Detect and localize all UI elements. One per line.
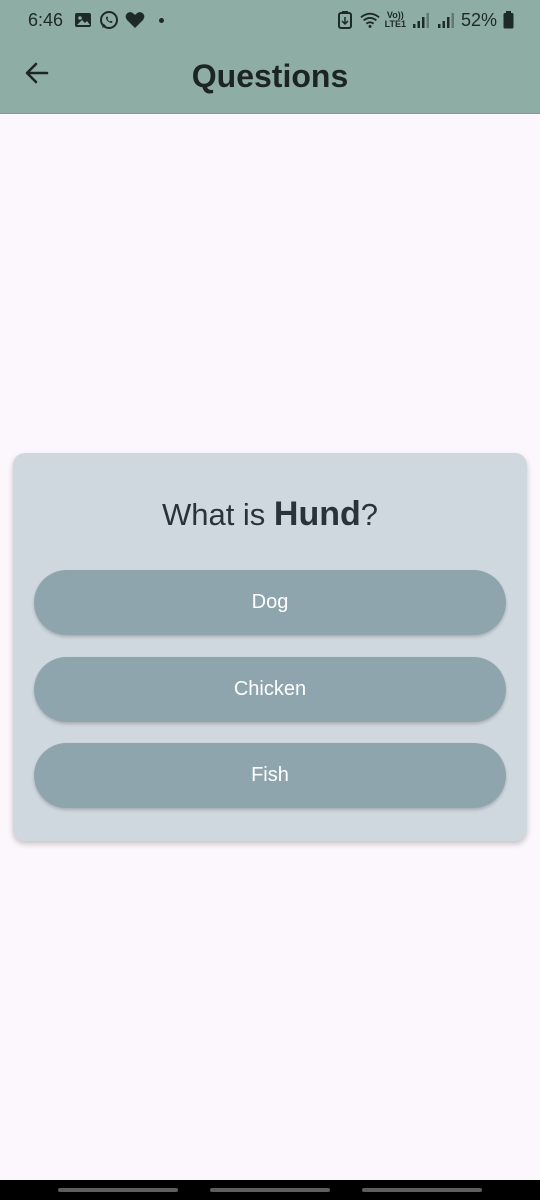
system-nav-bar	[0, 1180, 540, 1200]
battery-saver-icon	[335, 10, 355, 30]
app-bar: Questions	[0, 40, 540, 114]
nav-recents-handle[interactable]	[58, 1188, 178, 1192]
nav-home-handle[interactable]	[210, 1188, 330, 1192]
status-right: Vo)) LTE1 52%	[335, 10, 514, 31]
battery-percent: 52%	[460, 9, 497, 30]
answer-button-fish[interactable]: Fish	[34, 743, 506, 808]
whatsapp-icon	[99, 10, 119, 30]
signal-icon	[411, 10, 431, 30]
question-prefix: What is	[161, 497, 274, 532]
dot-icon	[159, 17, 165, 23]
status-left: 6:46	[28, 9, 165, 31]
gallery-icon	[73, 10, 93, 30]
question-suffix: ?	[360, 497, 379, 532]
volte-indicator: Vo)) LTE1	[385, 11, 406, 29]
signal-icon-2	[436, 10, 456, 30]
status-bar: 6:46 Vo)) LTE1 52%	[0, 0, 540, 40]
question-text: What is Hund?	[13, 495, 527, 534]
answer-label: Fish	[251, 764, 289, 786]
page-title: Questions	[191, 58, 349, 94]
status-time: 6:46	[28, 9, 64, 30]
battery-icon	[502, 10, 514, 30]
answer-label: Dog	[251, 591, 289, 613]
nav-back-handle[interactable]	[362, 1188, 482, 1192]
question-card: What is Hund? Dog Chicken Fish	[13, 453, 527, 841]
question-word: Hund	[273, 495, 361, 533]
wifi-icon	[359, 10, 380, 30]
answer-label: Chicken	[233, 678, 307, 700]
answer-button-chicken[interactable]: Chicken	[34, 657, 506, 722]
heart-icon	[125, 10, 145, 30]
volte-bottom: LTE1	[384, 19, 406, 29]
answer-button-dog[interactable]: Dog	[34, 570, 506, 635]
